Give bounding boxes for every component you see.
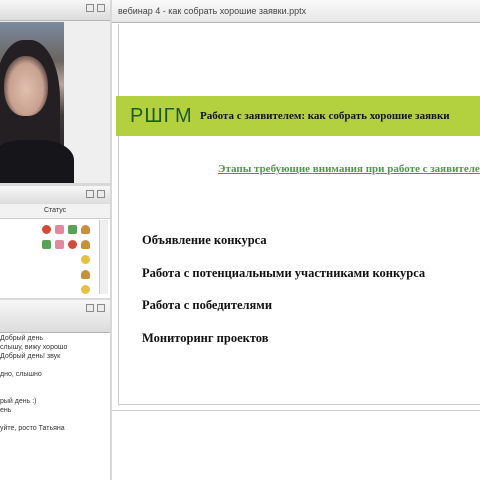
chat-message: ень (0, 407, 12, 414)
chat-message (0, 388, 110, 397)
user-role-icon (81, 270, 90, 279)
presentation-bottom-pane (112, 410, 480, 480)
camera-status-icon[interactable] (55, 240, 64, 249)
slide-item: Мониторинг проектов (142, 330, 269, 345)
screen-status-icon[interactable] (68, 225, 77, 234)
slide-item: Работа с потенциальными участниками конк… (142, 265, 426, 280)
webcam-panel (0, 0, 110, 183)
slide-item: Работа с победителями (142, 298, 273, 312)
chat-message: рый день :) (0, 398, 37, 405)
user-role-icon (81, 240, 90, 249)
mic-status-icon[interactable] (42, 225, 51, 234)
maximize-icon[interactable] (97, 4, 105, 12)
attendees-scrollbar[interactable] (99, 220, 108, 294)
chat-message: Добрый день (0, 335, 43, 342)
user-role-icon (81, 285, 90, 294)
chat-message (0, 361, 110, 370)
status-column-header[interactable]: Статус (44, 204, 66, 218)
chat-message (0, 379, 110, 388)
chat-titlebar[interactable] (0, 300, 110, 333)
attendees-panel: Статус (0, 186, 110, 298)
presentation-titlebar[interactable]: вебинар 4 - как собрать хорошие заявки.p… (112, 0, 480, 23)
chat-panel: Добрый день слышу, вижу хорошо Добрый де… (0, 300, 110, 480)
minimize-icon[interactable] (86, 4, 94, 12)
camera-status-icon[interactable] (55, 225, 64, 234)
chat-message: слышу, вижу хорошо (0, 344, 68, 351)
chat-message: дно, слышно (0, 371, 42, 378)
webcam-titlebar[interactable] (0, 0, 110, 21)
slide-item: Объявление конкурса (142, 233, 267, 247)
slide-banner: РШГМ Работа с заявителем: как собрать хо… (116, 96, 480, 136)
presentation-panel: вебинар 4 - как собрать хорошие заявки.p… (112, 0, 480, 480)
user-role-icon (81, 225, 90, 234)
slide-subtitle: Этапы требующие внимания при работе с за… (218, 163, 480, 175)
presentation-title: вебинар 4 - как собрать хорошие заявки.p… (118, 6, 307, 16)
status-row (42, 222, 104, 237)
presenter-face (4, 56, 48, 116)
status-row (42, 237, 104, 252)
attendees-table-header: Статус (0, 204, 110, 219)
status-row (42, 267, 104, 282)
chat-message: Добрый день! звук (0, 353, 61, 360)
minimize-icon[interactable] (86, 190, 94, 198)
status-row (42, 282, 104, 297)
presenter-shoulders (0, 140, 74, 183)
status-icons (42, 222, 104, 297)
screen-status-icon[interactable] (68, 240, 77, 249)
slide-title: Работа с заявителем: как собрать хорошие… (200, 110, 450, 122)
user-role-icon (81, 255, 90, 264)
minimize-icon[interactable] (86, 304, 94, 312)
rshgm-logo: РШГМ (130, 105, 193, 127)
attendees-titlebar[interactable] (0, 186, 110, 205)
chat-messages: Добрый день слышу, вижу хорошо Добрый де… (0, 334, 110, 433)
maximize-icon[interactable] (97, 304, 105, 312)
status-row (42, 252, 104, 267)
slide-items: Объявление конкурса Работа с потенциальн… (142, 233, 425, 363)
chat-message (0, 415, 110, 424)
maximize-icon[interactable] (97, 190, 105, 198)
presenter-video (0, 22, 74, 183)
mic-status-icon[interactable] (42, 240, 51, 249)
chat-message: уйте, росто Татьяна (0, 425, 65, 432)
